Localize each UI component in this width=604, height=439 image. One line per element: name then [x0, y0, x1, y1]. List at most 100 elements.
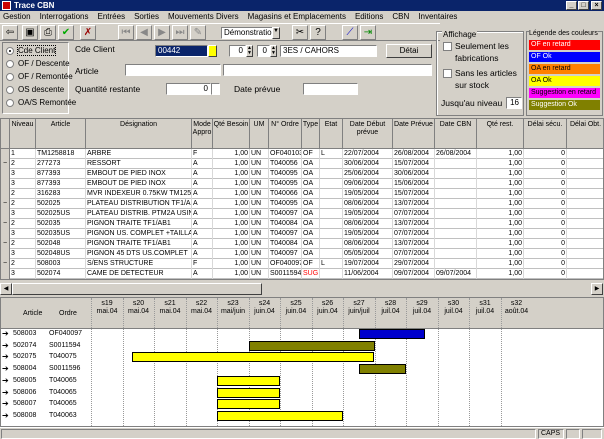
column-header[interactable]: Qté rest.: [477, 119, 524, 149]
spin1-stepper[interactable]: ▲ ▼: [246, 45, 253, 57]
detail-button[interactable]: Détai: [386, 44, 432, 58]
row-expander[interactable]: −: [1, 159, 10, 169]
last-record-icon[interactable]: ⏭: [172, 25, 188, 40]
column-header[interactable]: Type: [302, 119, 320, 149]
scroll-left-icon[interactable]: ◀: [0, 283, 12, 295]
table-row[interactable]: 3 502048US PIGNON 45 DTS US.COMPLET A 1,00 UN…: [1, 249, 603, 259]
minimize-button[interactable]: _: [566, 1, 577, 10]
table-row[interactable]: −2 277273 RESSORT A 1,00 UN T040056 OA 30/06/200…: [1, 159, 603, 169]
table-row[interactable]: 3 502035US PIGNON US. COMPLET +TAILLAGE A 1,…: [1, 229, 603, 239]
row-expander[interactable]: −: [1, 219, 10, 229]
radio-button-icon[interactable]: [6, 85, 14, 94]
menu-sorties[interactable]: Sorties: [134, 11, 159, 23]
table-row[interactable]: 3 877393 EMBOUT DE PIED INOX A 1,00 UN T040095…: [1, 179, 603, 189]
row-expander[interactable]: −: [1, 259, 10, 269]
scroll-thumb[interactable]: [12, 283, 262, 295]
column-header[interactable]: Délai Obt.: [567, 119, 603, 149]
without-stock-checkbox[interactable]: [443, 69, 452, 78]
gantt-row[interactable]: ➔ 508008 T040063: [1, 410, 603, 423]
mode-radio-2[interactable]: OF / Remontée: [6, 70, 73, 83]
column-header[interactable]: Date Prévue: [393, 119, 435, 149]
gantt-bar[interactable]: [217, 399, 280, 410]
table-row[interactable]: −2 502025 PLATEAU DISTRIBUTION TF1/AB1 A 1,0…: [1, 199, 603, 209]
radio-button-icon[interactable]: [6, 46, 14, 55]
column-header[interactable]: Date CBN: [435, 119, 477, 149]
menu-magasins-et-emplacements[interactable]: Magasins et Emplacements: [248, 11, 346, 23]
table-row[interactable]: 3 502025US PLATEAU DISTRIB. PTM2A USINE A 1,…: [1, 209, 603, 219]
radio-button-icon[interactable]: [6, 72, 14, 81]
row-expander[interactable]: [1, 149, 10, 159]
table-row[interactable]: 3 502074 CAME DE DETECTEUR A 1,00 UN S0011594 S…: [1, 269, 603, 279]
column-header[interactable]: Article: [36, 119, 86, 149]
cde-client-lookup-button[interactable]: [208, 45, 217, 57]
gantt-row[interactable]: ➔ 508007 T040065: [1, 399, 603, 411]
help-icon[interactable]: ?: [310, 25, 326, 40]
table-row[interactable]: −2 508003 S/ENS STRUCTURE F 1,00 UN OF040097 OF…: [1, 259, 603, 269]
column-header[interactable]: Délai sécu.: [524, 119, 567, 149]
print-icon[interactable]: ⎙: [40, 25, 56, 40]
gantt-bar[interactable]: [358, 329, 425, 339]
column-header[interactable]: UM: [250, 119, 269, 149]
column-header[interactable]: N° Ordre: [269, 119, 302, 149]
gantt-bar[interactable]: [217, 375, 280, 386]
exit-icon[interactable]: ⇦: [2, 25, 18, 40]
first-record-icon[interactable]: ⏮: [118, 25, 134, 40]
gantt-row[interactable]: ➔ 508005 T040065: [1, 375, 603, 388]
save-icon[interactable]: ▣: [22, 25, 38, 40]
new-record-icon[interactable]: ✎: [190, 25, 206, 40]
close-button[interactable]: ×: [591, 1, 602, 10]
gantt-row[interactable]: ➔ 508006 T040065: [1, 387, 603, 400]
menu-gestion[interactable]: Gestion: [3, 11, 31, 23]
maximize-button[interactable]: □: [578, 1, 589, 10]
table-row[interactable]: 1 TM1258818 ARBRE F 1,00 UN OF040103 OF L 22/07/2…: [1, 149, 603, 159]
gantt-row[interactable]: ➔ 508004 S0011596: [1, 364, 603, 376]
table-row[interactable]: 3 877393 EMBOUT DE PIED INOX A 1,00 UN T040095…: [1, 169, 603, 179]
gantt-bar[interactable]: [248, 340, 375, 351]
menu-cbn[interactable]: CBN: [392, 11, 409, 23]
scroll-right-icon[interactable]: ▶: [591, 283, 603, 295]
gantt-bar[interactable]: [358, 364, 406, 375]
row-expander[interactable]: [1, 249, 10, 259]
row-expander[interactable]: −: [1, 199, 10, 209]
gantt-bar[interactable]: [217, 410, 343, 421]
column-header[interactable]: Désignation: [86, 119, 192, 149]
row-expander[interactable]: [1, 189, 10, 199]
radio-button-icon[interactable]: [6, 98, 14, 107]
mode-radio-0[interactable]: Cde Client: [6, 44, 68, 57]
row-expander[interactable]: [1, 209, 10, 219]
radio-button-icon[interactable]: [6, 59, 14, 68]
menu-inventaires[interactable]: Inventaires: [418, 11, 457, 23]
mode-radio-3[interactable]: OS descente: [6, 83, 68, 96]
gantt-row[interactable]: ➔ 502075 T040075: [1, 352, 603, 364]
prev-record-icon[interactable]: ◀: [136, 25, 152, 40]
table-row[interactable]: −2 502048 PIGNON TRAITE TF1/AB1 A 1,00 UN T040…: [1, 239, 603, 249]
row-expander[interactable]: [1, 229, 10, 239]
cancel-icon[interactable]: ✗: [80, 25, 96, 40]
gantt-row[interactable]: ➔ 502074 S0011594: [1, 340, 603, 353]
menu-editions[interactable]: Editions: [355, 11, 383, 23]
column-header[interactable]: Date Début prévue: [343, 119, 393, 149]
only-fabrications-checkbox[interactable]: [443, 42, 452, 51]
column-header[interactable]: Mode Appro: [192, 119, 213, 149]
menu-entr-es[interactable]: Entrées: [98, 11, 126, 23]
column-header[interactable]: Qté Besoin: [213, 119, 250, 149]
level-input[interactable]: 16: [506, 97, 522, 109]
article-input[interactable]: [125, 64, 221, 76]
table-row[interactable]: 2 316283 MVR INDEXEUR 0.75KW TM125 A 1,00 UN T…: [1, 189, 603, 199]
horizontal-scrollbar[interactable]: ◀ ▶: [0, 281, 604, 297]
validate-icon[interactable]: ✔: [58, 25, 74, 40]
row-expander[interactable]: −: [1, 239, 10, 249]
gantt-bar[interactable]: [131, 352, 375, 363]
trace-grid[interactable]: Niveau Article Désignation Mode Appro Qté Be…: [0, 118, 604, 280]
mode-radio-1[interactable]: OF / Descente: [6, 57, 70, 70]
table-row[interactable]: −2 502035 PIGNON TRAITE TF1/AB1 A 1,00 UN T040…: [1, 219, 603, 229]
menu-interrogations[interactable]: Interrogations: [40, 11, 89, 23]
spin2-input[interactable]: 0: [257, 45, 270, 57]
next-record-icon[interactable]: ▶: [154, 25, 170, 40]
cde-client-input[interactable]: 00442: [155, 45, 208, 57]
menu-mouvements-divers[interactable]: Mouvements Divers: [168, 11, 239, 23]
spin1-input[interactable]: 0: [229, 45, 246, 57]
tools-icon[interactable]: ✂: [292, 25, 308, 40]
gantt-row[interactable]: ➔ 508003 OF040097: [1, 329, 603, 341]
spin2-stepper[interactable]: ▲ ▼: [270, 45, 277, 57]
